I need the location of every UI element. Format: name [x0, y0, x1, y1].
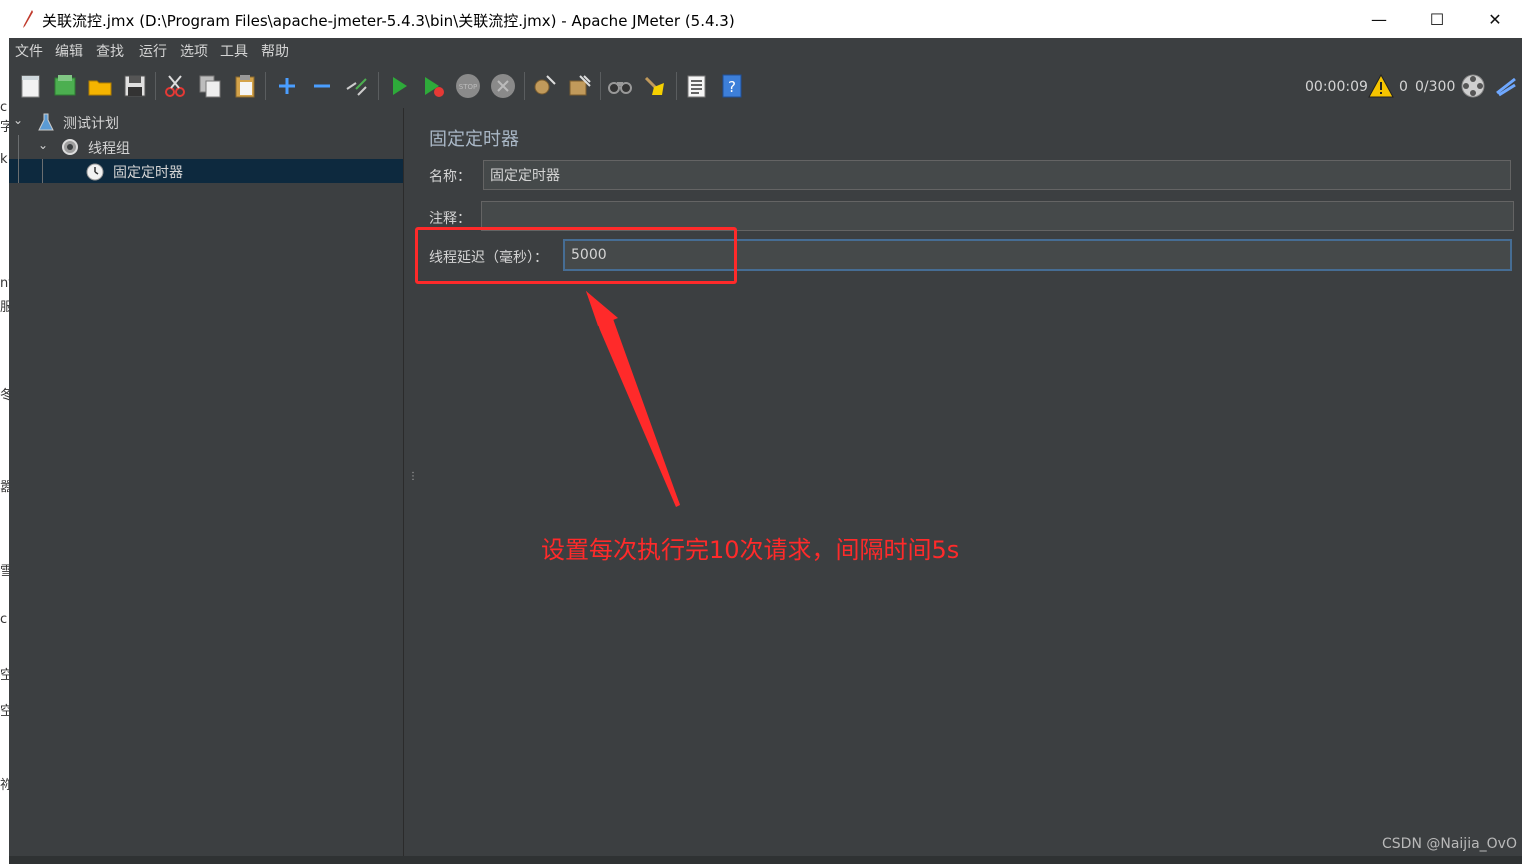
toolbar-separator	[378, 72, 379, 100]
background-text: 服	[0, 300, 9, 315]
tree-guide-line	[18, 135, 19, 183]
shutdown-icon[interactable]	[490, 73, 516, 99]
reset-search-icon[interactable]	[642, 73, 668, 99]
error-count: 0	[1399, 79, 1408, 95]
help-icon[interactable]: ?	[719, 73, 745, 99]
toolbar-separator	[600, 72, 601, 100]
menu-file[interactable]: 文件	[15, 41, 43, 61]
toolbar: STOP ? 00:00:09 0 0/300	[9, 64, 1522, 109]
stop-icon[interactable]: STOP	[455, 73, 481, 99]
background-text: 雪	[0, 564, 9, 579]
background-text: 空	[0, 704, 9, 719]
test-tree: ⌄ 测试计划 ⌄ 线程组 固定定时器	[9, 108, 403, 856]
menu-edit[interactable]: 编辑	[55, 41, 83, 61]
background-text: 空	[0, 668, 9, 683]
window-title: 关联流控.jmx (D:\Program Files\apache-jmeter…	[42, 12, 735, 30]
tree-node-constant-timer[interactable]: 固定定时器	[9, 135, 403, 183]
tree-guide-line	[42, 159, 43, 183]
clear-icon[interactable]	[531, 73, 557, 99]
elapsed-time: 00:00:09	[1305, 79, 1368, 95]
background-window-sliver: c 字 k nt 服 冬 嚣 雪 c 空 空 祢	[0, 38, 9, 864]
toggle-icon[interactable]	[344, 73, 370, 99]
name-label: 名称：	[429, 169, 471, 185]
chevron-down-icon[interactable]: ⌄	[38, 138, 48, 152]
annotation-text: 设置每次执行完10次请求，间隔时间5s	[541, 536, 960, 564]
menu-run[interactable]: 运行	[139, 41, 167, 61]
templates-icon[interactable]	[52, 73, 78, 99]
background-text: c	[0, 612, 8, 627]
tree-node-test-plan[interactable]: ⌄ 测试计划	[9, 110, 403, 134]
tree-node-thread-group[interactable]: ⌄ 线程组	[9, 135, 403, 159]
tree-label: 固定定时器	[113, 165, 183, 181]
toolbar-separator	[676, 72, 677, 100]
menu-bar: 文件 编辑 查找 运行 选项 工具 帮助	[9, 38, 1522, 64]
bottom-edge	[9, 856, 1522, 864]
menu-help[interactable]: 帮助	[261, 41, 289, 61]
svg-text:?: ?	[728, 78, 736, 96]
toolbar-separator	[265, 72, 266, 100]
name-field[interactable]	[483, 160, 1511, 190]
function-helper-icon[interactable]	[683, 73, 709, 99]
svg-text:STOP: STOP	[459, 83, 477, 91]
close-button[interactable]: ✕	[1466, 0, 1524, 38]
background-text: 嚣	[0, 480, 9, 495]
tree-label: 线程组	[88, 141, 130, 157]
minimize-button[interactable]: —	[1350, 0, 1408, 38]
background-text: 祢	[0, 778, 9, 793]
start-no-pause-icon[interactable]	[420, 73, 446, 99]
log-viewer-icon[interactable]	[1493, 73, 1519, 99]
remote-status-icon	[1461, 74, 1485, 98]
background-text: 字	[0, 120, 9, 135]
background-window-sliver-right	[1522, 38, 1535, 864]
save-icon[interactable]	[122, 73, 148, 99]
timer-icon	[86, 163, 104, 181]
jmeter-feather-icon	[23, 10, 33, 28]
paste-icon[interactable]	[232, 73, 258, 99]
collapse-icon[interactable]	[309, 73, 335, 99]
panel-title: 固定定时器	[429, 129, 519, 150]
test-plan-icon	[38, 113, 54, 131]
thread-group-icon	[62, 139, 78, 155]
toolbar-separator	[155, 72, 156, 100]
watermark: CSDN @Naijia_OvO	[1382, 836, 1517, 852]
expand-icon[interactable]	[274, 73, 300, 99]
timer-config-panel: 固定定时器 名称： 注释： 线程延迟（毫秒）：	[415, 108, 1522, 856]
start-icon[interactable]	[386, 73, 412, 99]
background-text: 冬	[0, 388, 9, 403]
active-threads: 0/300	[1415, 79, 1456, 95]
background-text: c	[0, 100, 8, 115]
open-icon[interactable]	[87, 73, 113, 99]
chevron-down-icon[interactable]: ⌄	[13, 113, 23, 127]
clear-all-icon[interactable]	[566, 73, 592, 99]
background-text: nt	[0, 276, 9, 291]
cut-icon[interactable]	[162, 73, 188, 99]
warning-icon[interactable]	[1368, 74, 1394, 98]
comment-label: 注释：	[429, 211, 471, 227]
search-icon[interactable]	[607, 73, 633, 99]
annotation-highlight-box	[415, 227, 737, 284]
menu-tools[interactable]: 工具	[220, 41, 248, 61]
toolbar-separator	[524, 72, 525, 100]
new-icon[interactable]	[18, 73, 44, 99]
maximize-button[interactable]: ☐	[1408, 0, 1466, 38]
copy-icon[interactable]	[197, 73, 223, 99]
menu-options[interactable]: 选项	[180, 41, 208, 61]
background-text: k	[0, 152, 8, 167]
tree-label: 测试计划	[63, 116, 119, 132]
window-title-bar: 关联流控.jmx (D:\Program Files\apache-jmeter…	[0, 0, 1535, 38]
menu-search[interactable]: 查找	[96, 41, 124, 61]
splitter-grip-icon[interactable]: ⋮	[408, 472, 418, 482]
